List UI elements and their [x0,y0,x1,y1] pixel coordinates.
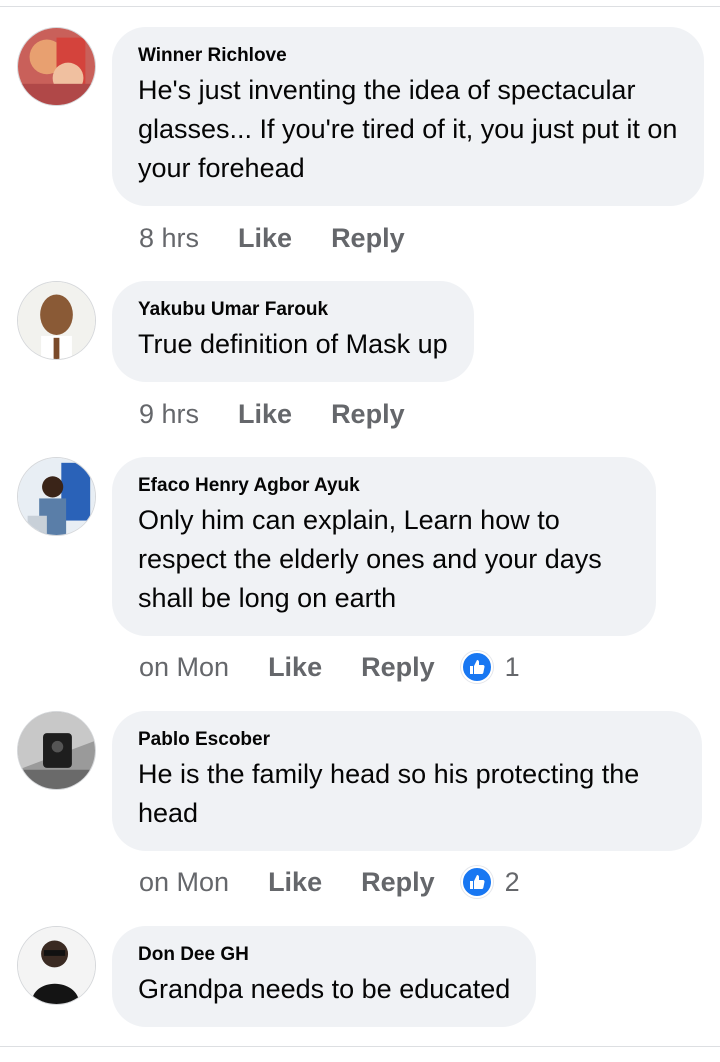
comment-text: He is the family head so his protecting … [138,759,640,828]
comment-actions: on Mon Like Reply 2 [139,862,520,902]
avatar[interactable] [17,457,96,536]
comment-bubble: Winner Richlove He's just inventing the … [112,27,704,206]
comment-author[interactable]: Efaco Henry Agbor Ayuk [138,473,630,499]
comment-actions: 9 hrs Like Reply [139,394,405,434]
avatar[interactable] [17,926,96,1005]
comment-bubble: Efaco Henry Agbor Ayuk Only him can expl… [112,457,656,636]
comment-author[interactable]: Winner Richlove [138,43,678,69]
comment-bubble: Don Dee GH Grandpa needs to be educated [112,926,537,1027]
comment-time[interactable]: on Mon [139,867,229,898]
like-button[interactable]: Like [268,867,322,898]
reply-button[interactable]: Reply [361,867,435,898]
comment-text: Grandpa needs to be educated [138,974,511,1004]
avatar[interactable] [17,711,96,790]
comment-actions: on Mon Like Reply 1 [139,647,520,687]
comment-author[interactable]: Don Dee GH [138,942,510,968]
like-button[interactable]: Like [238,223,292,254]
comment-actions: 8 hrs Like Reply [139,218,405,258]
comment-bubble: Pablo Escober He is the family head so h… [112,711,702,851]
avatar[interactable] [17,281,96,360]
reply-button[interactable]: Reply [331,223,405,254]
reply-button[interactable]: Reply [331,399,405,430]
comment-author[interactable]: Pablo Escober [138,727,676,753]
reaction-count: 1 [504,651,520,682]
comment-author[interactable]: Yakubu Umar Farouk [138,297,448,323]
comment-time[interactable]: 8 hrs [139,223,199,254]
reply-button[interactable]: Reply [361,652,435,683]
bottom-comment-bar [0,1046,720,1062]
top-divider [0,6,720,7]
reaction-summary[interactable]: 1 [460,651,520,683]
comment-text: True definition of Mask up [138,329,448,359]
thumbs-up-icon [460,866,493,898]
reaction-count: 2 [504,866,520,897]
comment-text: Only him can explain, Learn how to respe… [138,505,602,613]
like-button[interactable]: Like [238,399,292,430]
avatar[interactable] [17,27,96,106]
comment-bubble: Yakubu Umar Farouk True definition of Ma… [112,281,474,382]
comment-text: He's just inventing the idea of spectacu… [138,75,678,183]
comment-time[interactable]: on Mon [139,652,229,683]
thumbs-up-icon [460,651,493,683]
like-button[interactable]: Like [268,652,322,683]
reaction-summary[interactable]: 2 [460,866,520,898]
comment-time[interactable]: 9 hrs [139,399,199,430]
